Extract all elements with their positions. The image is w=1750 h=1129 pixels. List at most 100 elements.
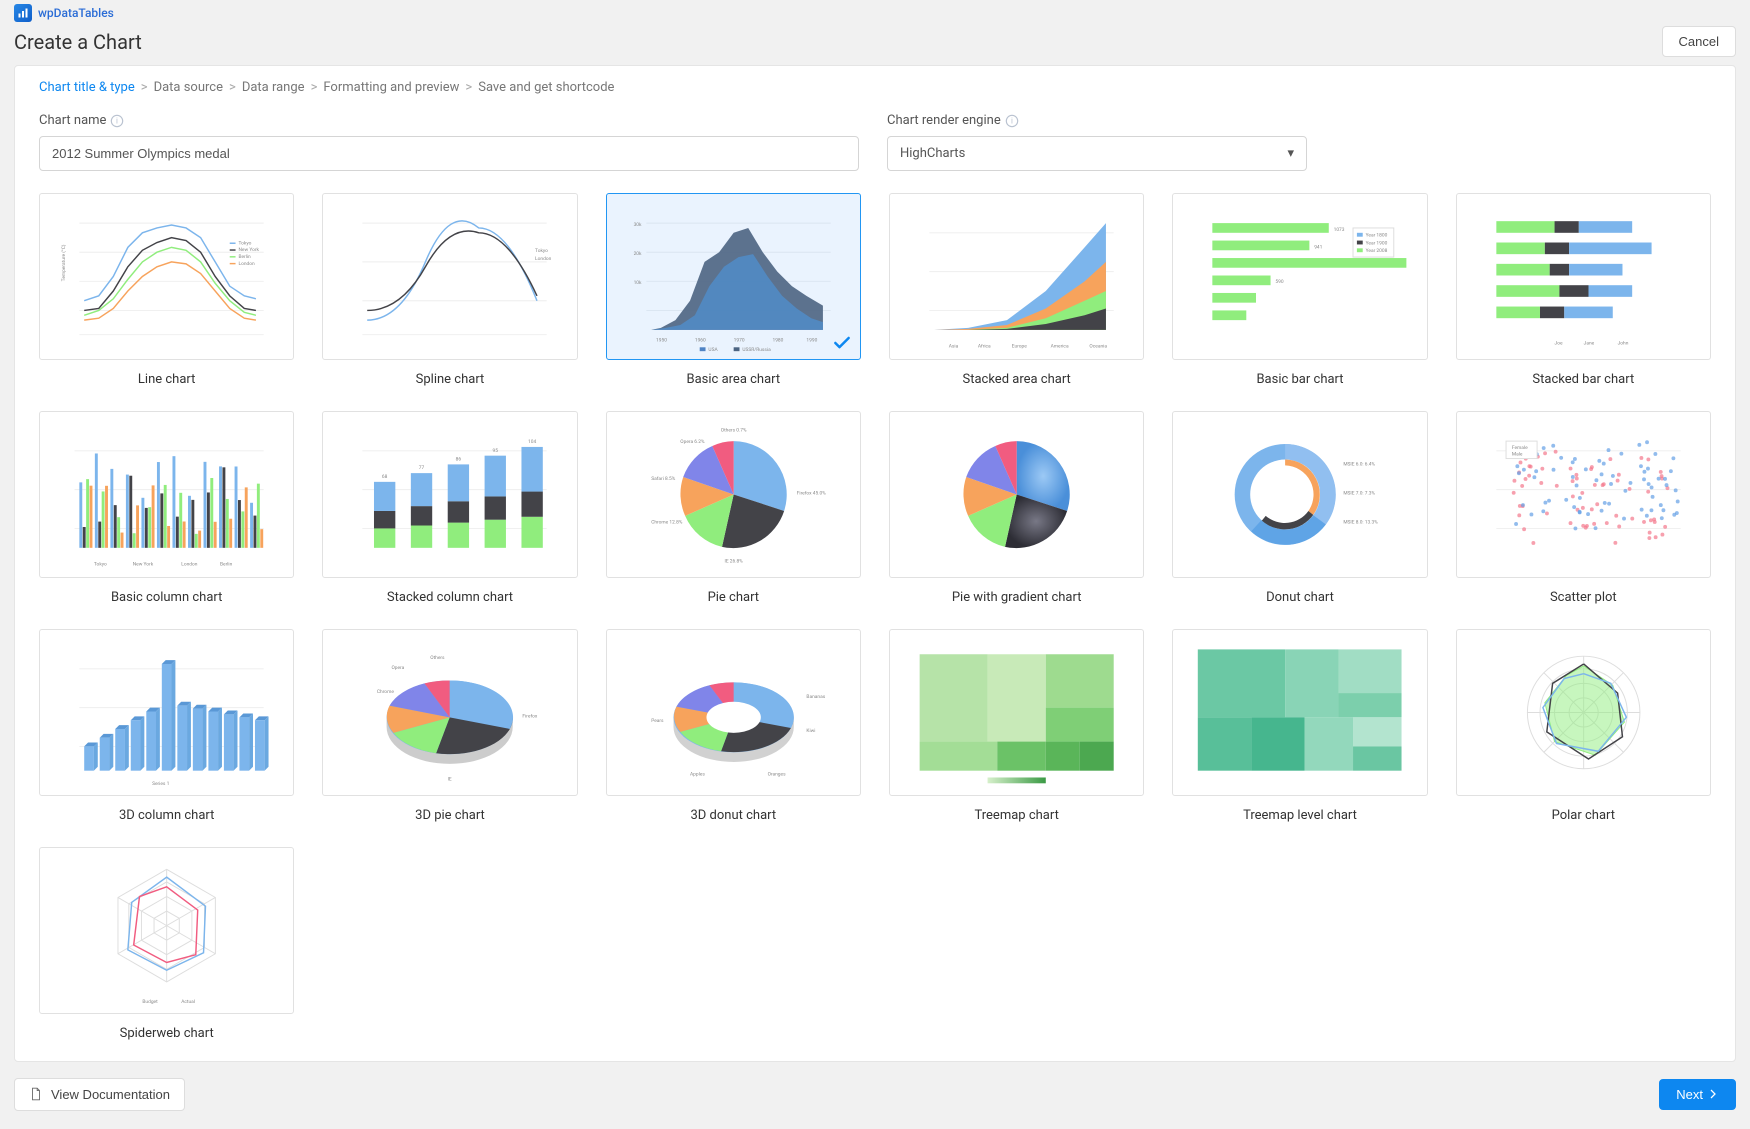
- chart-type-3d-column[interactable]: Series 1 3D column chart: [39, 629, 294, 823]
- chart-thumbnail[interactable]: 30k 20k 10k 19501960197019801990 USAUSSR…: [606, 193, 861, 360]
- svg-text:Tokyo: Tokyo: [94, 561, 107, 567]
- svg-text:590: 590: [1276, 279, 1284, 285]
- svg-text:i: i: [1011, 116, 1013, 125]
- chevron-right-icon: >: [465, 80, 472, 95]
- chart-thumbnail[interactable]: 68778695104: [322, 411, 577, 578]
- svg-text:IE: IE: [448, 776, 452, 782]
- svg-text:MSIE 6.0: 6.4%: MSIE 6.0: 6.4%: [1344, 461, 1376, 467]
- chart-type-3d-donut[interactable]: BananasKiwiOrangesApplesPears 3D donut c…: [606, 629, 861, 823]
- chart-thumbnail[interactable]: [889, 411, 1144, 578]
- chart-name-input[interactable]: [39, 136, 859, 171]
- svg-text:20k: 20k: [633, 251, 641, 257]
- chart-thumbnail[interactable]: TokyoLondon: [322, 193, 577, 360]
- chart-type-pie-gradient[interactable]: Pie with gradient chart: [889, 411, 1144, 605]
- chart-thumbnail[interactable]: [1172, 629, 1427, 796]
- chart-type-spline[interactable]: TokyoLondon Spline chart: [322, 193, 577, 387]
- svg-text:MSIE 8.0: 13.3%: MSIE 8.0: 13.3%: [1344, 520, 1379, 526]
- chart-type-basic-bar[interactable]: 1073 941 1517 590 Year 1800Year 1900Year…: [1172, 193, 1427, 387]
- chart-type-donut[interactable]: MSIE 6.0: 6.4%MSIE 7.0: 7.3%MSIE 8.0: 13…: [1172, 411, 1427, 605]
- chart-thumbnail[interactable]: [1456, 629, 1711, 796]
- svg-text:London: London: [535, 256, 552, 262]
- brand-icon: [14, 4, 32, 22]
- chart-thumbnail[interactable]: Series 1: [39, 629, 294, 796]
- next-button[interactable]: Next: [1659, 1079, 1736, 1110]
- chart-thumbnail[interactable]: BananasKiwiOrangesApplesPears: [606, 629, 861, 796]
- svg-text:Opera 6.2%: Opera 6.2%: [680, 439, 705, 445]
- svg-text:Pears: Pears: [651, 718, 664, 724]
- svg-text:Female: Female: [1512, 445, 1528, 451]
- info-icon[interactable]: i: [1005, 114, 1019, 128]
- chart-type-basic-area[interactable]: 30k 20k 10k 19501960197019801990 USAUSSR…: [606, 193, 861, 387]
- chart-type-basic-column[interactable]: TokyoNew YorkLondonBerlin Basic column c…: [39, 411, 294, 605]
- engine-value: HighCharts: [900, 146, 965, 161]
- chart-thumbnail[interactable]: FemaleMale: [1456, 411, 1711, 578]
- chart-type-stacked-area[interactable]: AsiaAfricaEuropeAmericaOceania Stacked a…: [889, 193, 1144, 387]
- chart-type-stacked-column[interactable]: 68778695104 Stacked column chart: [322, 411, 577, 605]
- chart-type-label: Pie chart: [708, 590, 760, 605]
- chart-type-label: Treemap level chart: [1243, 808, 1357, 823]
- svg-text:Others 0.7%: Others 0.7%: [720, 427, 746, 433]
- svg-text:Berlin: Berlin: [220, 561, 233, 567]
- svg-text:America: America: [1051, 343, 1069, 349]
- crumb-save[interactable]: Save and get shortcode: [478, 80, 614, 95]
- chart-type-treemap[interactable]: Treemap chart: [889, 629, 1144, 823]
- chart-thumbnail[interactable]: FirefoxChromeOperaOthersIE: [322, 629, 577, 796]
- info-icon[interactable]: i: [110, 114, 124, 128]
- chart-type-label: Line chart: [138, 372, 195, 387]
- brand-label: wpDataTables: [38, 6, 114, 20]
- chart-type-label: Stacked bar chart: [1532, 372, 1634, 387]
- chart-thumbnail[interactable]: Firefox 45.0%IE 26.8%Chrome 12.8%Safari …: [606, 411, 861, 578]
- svg-text:30k: 30k: [633, 222, 641, 228]
- chart-thumbnail[interactable]: 1073 941 1517 590 Year 1800Year 1900Year…: [1172, 193, 1427, 360]
- chart-type-label: 3D donut chart: [690, 808, 776, 823]
- chart-type-3d-pie[interactable]: FirefoxChromeOperaOthersIE 3D pie chart: [322, 629, 577, 823]
- svg-text:Asia: Asia: [949, 343, 959, 349]
- svg-text:1073: 1073: [1334, 227, 1345, 233]
- cancel-button[interactable]: Cancel: [1662, 26, 1736, 57]
- chart-type-polar[interactable]: Polar chart: [1456, 629, 1711, 823]
- page-title: Create a Chart: [14, 30, 142, 54]
- crumb-data-source[interactable]: Data source: [154, 80, 223, 95]
- chart-thumbnail[interactable]: [889, 629, 1144, 796]
- chart-type-label: Spline chart: [416, 372, 485, 387]
- chevron-down-icon: ▾: [1287, 146, 1294, 161]
- crumb-formatting[interactable]: Formatting and preview: [323, 80, 459, 95]
- svg-text:1970: 1970: [733, 337, 744, 343]
- svg-text:USSR/Russia: USSR/Russia: [742, 347, 771, 353]
- wizard-breadcrumb: Chart title & type > Data source > Data …: [39, 80, 1711, 95]
- next-label: Next: [1676, 1087, 1703, 1102]
- chart-type-scatter[interactable]: FemaleMale Scatter plot: [1456, 411, 1711, 605]
- svg-text:Oceania: Oceania: [1089, 343, 1107, 349]
- chart-type-line[interactable]: Temperature (°C) Tokyo New York Berlin L…: [39, 193, 294, 387]
- svg-text:Kiwi: Kiwi: [806, 728, 815, 734]
- svg-text:1950: 1950: [656, 337, 667, 343]
- chart-type-stacked-bar[interactable]: JoeJaneJohn Stacked bar chart: [1456, 193, 1711, 387]
- chart-thumbnail[interactable]: AsiaAfricaEuropeAmericaOceania: [889, 193, 1144, 360]
- chart-type-label: Basic bar chart: [1256, 372, 1343, 387]
- chart-thumbnail[interactable]: MSIE 6.0: 6.4%MSIE 7.0: 7.3%MSIE 8.0: 13…: [1172, 411, 1427, 578]
- crumb-data-range[interactable]: Data range: [242, 80, 305, 95]
- svg-text:Budget: Budget: [142, 999, 158, 1005]
- crumb-title-type[interactable]: Chart title & type: [39, 80, 135, 95]
- svg-text:Europe: Europe: [1012, 343, 1027, 349]
- chevron-right-icon: >: [141, 80, 148, 95]
- chart-type-label: Treemap chart: [974, 808, 1058, 823]
- chart-thumbnail[interactable]: JoeJaneJohn: [1456, 193, 1711, 360]
- chart-type-label: Scatter plot: [1550, 590, 1617, 605]
- brand-logo[interactable]: wpDataTables: [14, 4, 114, 22]
- engine-select[interactable]: HighCharts ▾: [887, 136, 1307, 171]
- chart-thumbnail[interactable]: TokyoNew YorkLondonBerlin: [39, 411, 294, 578]
- svg-text:USA: USA: [708, 347, 718, 353]
- chart-thumbnail[interactable]: Temperature (°C) Tokyo New York Berlin L…: [39, 193, 294, 360]
- view-documentation-button[interactable]: View Documentation: [14, 1078, 185, 1111]
- svg-text:Oranges: Oranges: [767, 771, 785, 777]
- main-panel: Chart title & type > Data source > Data …: [14, 65, 1736, 1062]
- chart-type-spiderweb[interactable]: BudgetActual Spiderweb chart: [39, 847, 294, 1041]
- svg-text:Actual: Actual: [181, 999, 195, 1005]
- chart-type-label: Pie with gradient chart: [952, 590, 1082, 605]
- svg-text:Firefox: Firefox: [523, 712, 538, 719]
- chart-type-pie[interactable]: Firefox 45.0%IE 26.8%Chrome 12.8%Safari …: [606, 411, 861, 605]
- svg-text:Male: Male: [1512, 452, 1523, 458]
- chart-type-treemap-level[interactable]: Treemap level chart: [1172, 629, 1427, 823]
- chart-thumbnail[interactable]: Budget Actual: [39, 847, 294, 1014]
